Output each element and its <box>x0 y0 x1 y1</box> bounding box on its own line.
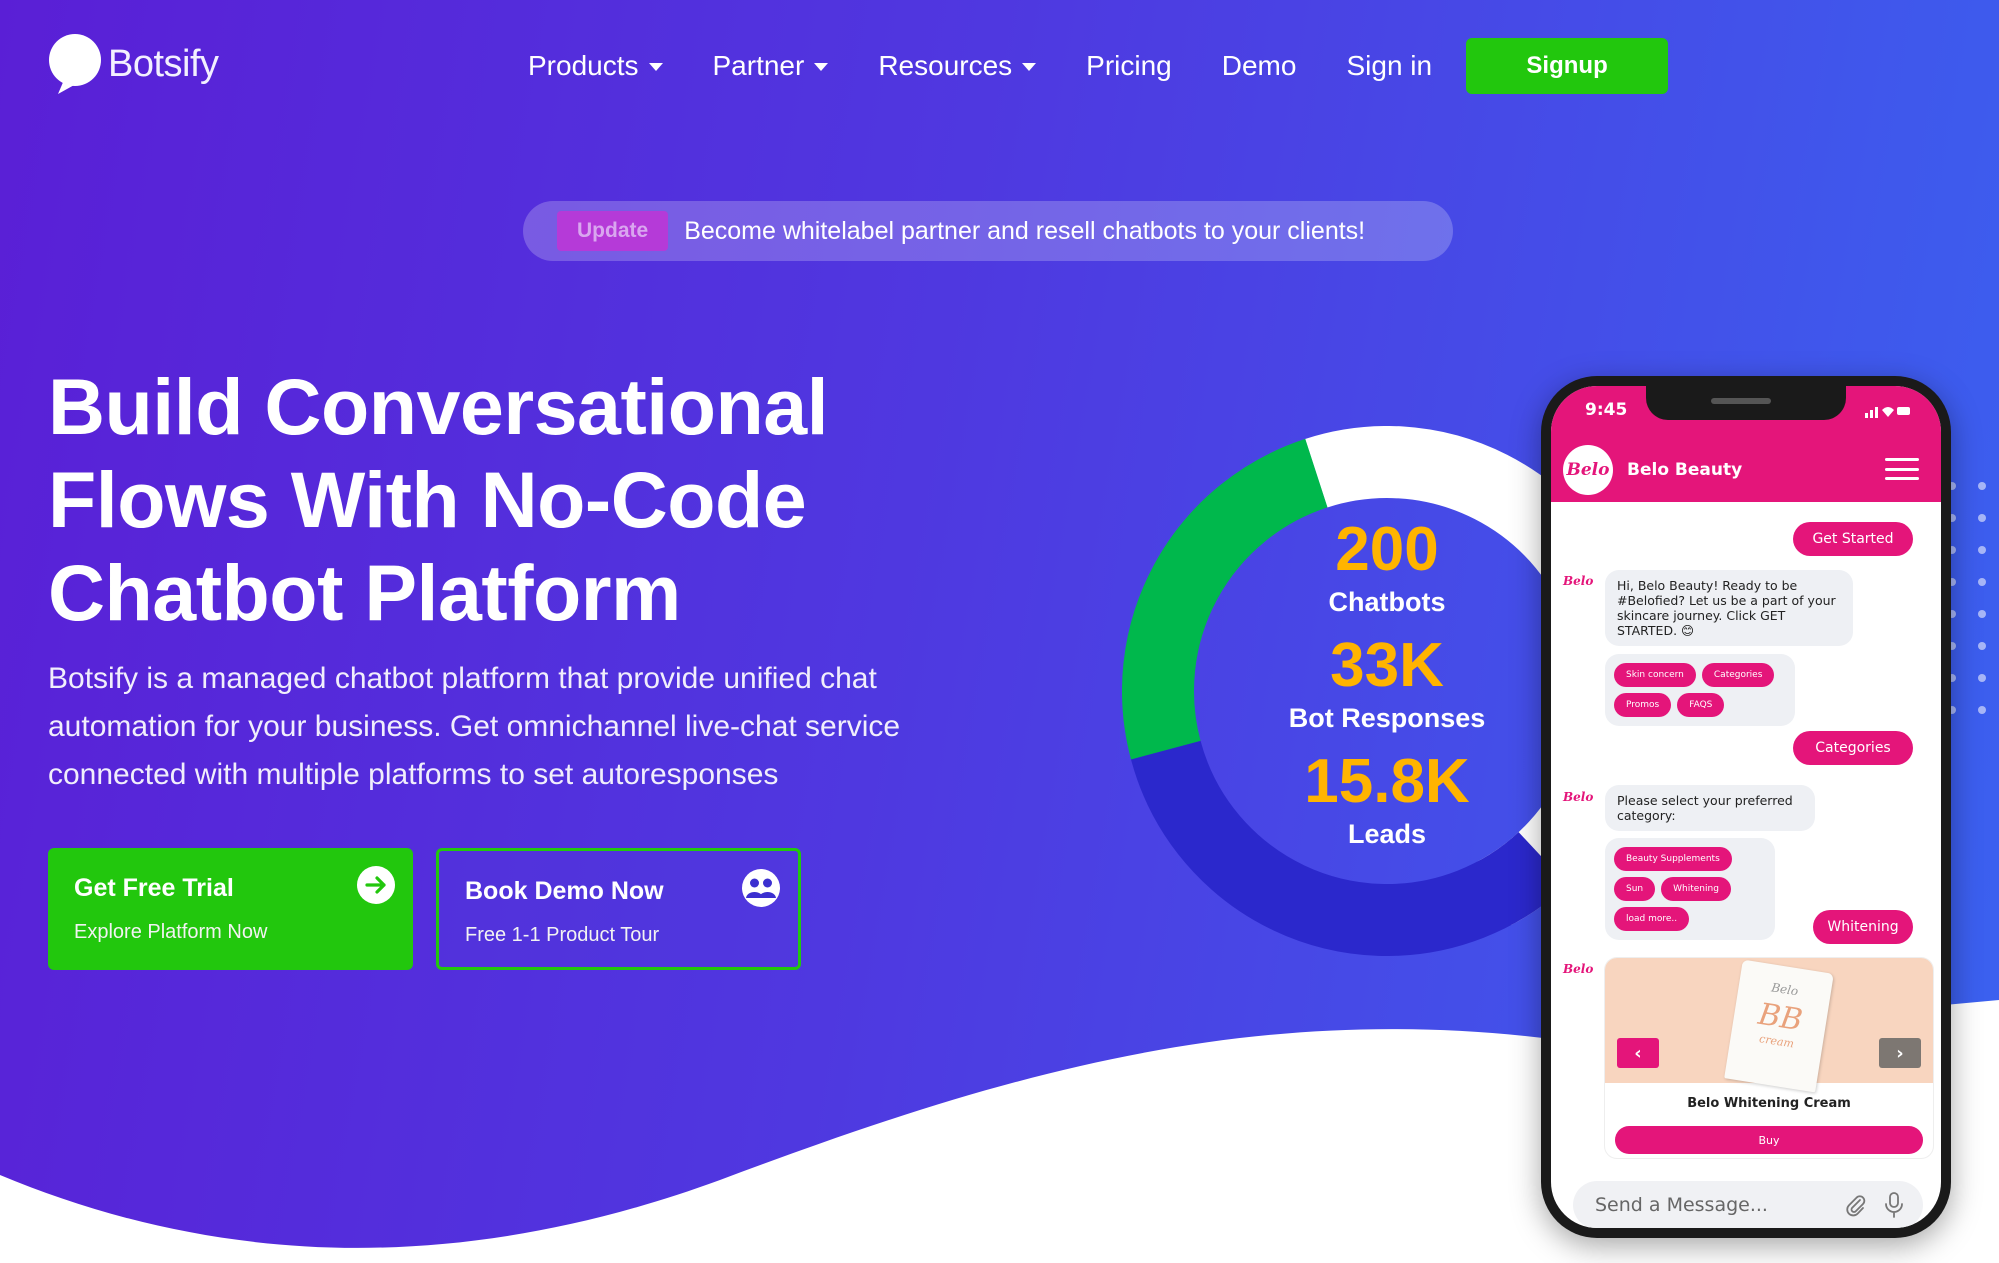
hamburger-menu-icon[interactable] <box>1885 458 1919 480</box>
phone-screen: 9:45 Belo Belo Beauty Get Started Belo H… <box>1551 386 1941 1228</box>
hero-title-line: Chatbot Platform <box>48 548 681 637</box>
cta-subtitle: Explore Platform Now <box>74 921 268 943</box>
get-free-trial-button[interactable]: Get Free Trial Explore Platform Now <box>48 848 413 970</box>
main-nav: Products Partner Resources Pricing Demo … <box>528 38 1669 94</box>
nav-pricing[interactable]: Pricing <box>1086 38 1172 94</box>
quick-reply-skin-concern[interactable]: Skin concern <box>1614 663 1696 687</box>
stats-panel: 200 Chatbots 33K Bot Responses 15.8K Lea… <box>1272 515 1502 863</box>
bot-avatar: Belo <box>1563 574 1594 588</box>
buy-button[interactable]: Buy <box>1615 1126 1923 1154</box>
chat-header: Belo Belo Beauty <box>1551 438 1941 502</box>
bot-avatar: Belo <box>1563 790 1594 804</box>
stat-responses-label: Bot Responses <box>1288 703 1486 733</box>
quick-replies: Skin concern Categories Promos FAQS <box>1605 654 1795 726</box>
message-input[interactable] <box>1595 1194 1815 1216</box>
product-title: Belo Whitening Cream <box>1687 1096 1851 1111</box>
hero-title-line: Flows With No-Code <box>48 455 807 544</box>
book-demo-button[interactable]: Book Demo Now Free 1-1 Product Tour <box>436 848 801 970</box>
chat-bubble-logo-icon <box>49 34 101 94</box>
nav-pricing-label: Pricing <box>1086 50 1172 81</box>
hero-title-line: Build Conversational <box>48 362 829 451</box>
product-brand-text: Belo <box>1770 980 1800 999</box>
message-input-bar <box>1573 1181 1923 1228</box>
quick-reply-promos[interactable]: Promos <box>1614 693 1672 717</box>
decorative-dots <box>1948 482 1986 714</box>
user-message-categories: Categories <box>1793 731 1913 765</box>
product-card: Belo BB cream ‹ › Belo Whitening Cream B… <box>1605 958 1933 1158</box>
stat-chatbots-value: 200 <box>1335 515 1439 584</box>
nav-partner-label: Partner <box>712 50 805 81</box>
belo-logo: Belo <box>1563 445 1613 495</box>
nav-products[interactable]: Products <box>528 38 663 94</box>
hero-description-line: Botsify is a managed chatbot platform th… <box>48 662 877 695</box>
stat-leads-label: Leads <box>1347 819 1427 849</box>
nav-partner[interactable]: Partner <box>713 38 829 94</box>
caret-down-icon <box>1022 63 1037 71</box>
nav-resources[interactable]: Resources <box>878 38 1037 94</box>
cta-title: Book Demo Now <box>465 877 664 905</box>
hero-title: Build Conversational Flows With No-Code … <box>48 360 948 639</box>
caret-down-icon <box>814 63 829 71</box>
bot-message-greeting: Hi, Belo Beauty! Ready to be #Belofied? … <box>1605 570 1853 646</box>
nav-products-label: Products <box>528 50 639 81</box>
stat-chatbots-label: Chatbots <box>1328 587 1446 617</box>
stat-responses-value: 33K <box>1330 631 1444 700</box>
caret-down-icon <box>648 63 663 71</box>
hero-description-line: connected with multiple platforms to set… <box>48 758 779 791</box>
bb-cream-tube: Belo BB cream <box>1724 959 1834 1093</box>
bot-message-select-category: Please select your preferred category: <box>1605 785 1815 831</box>
product-image: Belo BB cream ‹ › <box>1605 958 1933 1093</box>
announcement-banner[interactable]: Update Become whitelabel partner and res… <box>523 201 1453 261</box>
cta-subtitle: Free 1-1 Product Tour <box>465 924 660 946</box>
quick-reply-categories[interactable]: Categories <box>1701 663 1775 687</box>
carousel-next-button[interactable]: › <box>1879 1038 1921 1068</box>
user-message-get-started: Get Started <box>1793 522 1913 556</box>
signal-icon <box>1865 404 1911 418</box>
cta-title: Get Free Trial <box>74 874 234 902</box>
quick-reply-faqs[interactable]: FAQS <box>1677 693 1725 717</box>
nav-demo[interactable]: Demo <box>1222 38 1297 94</box>
chat-name: Belo Beauty <box>1627 460 1743 480</box>
users-icon <box>742 869 780 907</box>
quick-reply-whitening[interactable]: Whitening <box>1661 877 1731 901</box>
signup-button[interactable]: Signup <box>1466 38 1669 94</box>
banner-text: Become whitelabel partner and resell cha… <box>684 216 1366 245</box>
phone-notch <box>1646 386 1846 420</box>
nav-sign-in[interactable]: Sign in <box>1346 38 1432 94</box>
quick-reply-load-more[interactable]: load more.. <box>1614 907 1690 931</box>
bot-avatar: Belo <box>1563 962 1594 976</box>
botsify-logo[interactable]: Botsify <box>46 32 219 96</box>
quick-replies: Beauty Supplements Sun Whitening load mo… <box>1605 838 1775 940</box>
quick-reply-sun[interactable]: Sun <box>1614 877 1656 901</box>
status-time: 9:45 <box>1585 400 1628 420</box>
status-bar: 9:45 <box>1551 386 1941 438</box>
user-message-whitening: Whitening <box>1813 910 1913 944</box>
quick-reply-beauty-supplements[interactable]: Beauty Supplements <box>1614 847 1732 871</box>
paperclip-icon[interactable] <box>1843 1193 1867 1217</box>
nav-resources-label: Resources <box>878 50 1013 81</box>
arrow-right-icon <box>357 866 395 904</box>
nav-sign-in-label: Sign in <box>1346 50 1433 81</box>
stat-leads-value: 15.8K <box>1304 747 1470 816</box>
nav-demo-label: Demo <box>1221 50 1297 81</box>
microphone-icon[interactable] <box>1883 1191 1905 1219</box>
hero-description-line: automation for your business. Get omnich… <box>48 710 901 743</box>
hero-description: Botsify is a managed chatbot platform th… <box>48 655 1028 799</box>
logo-text: Botsify <box>108 42 219 85</box>
phone-mockup: 9:45 Belo Belo Beauty Get Started Belo H… <box>1541 376 1951 1238</box>
update-badge: Update <box>557 211 669 251</box>
carousel-prev-button[interactable]: ‹ <box>1617 1038 1659 1068</box>
